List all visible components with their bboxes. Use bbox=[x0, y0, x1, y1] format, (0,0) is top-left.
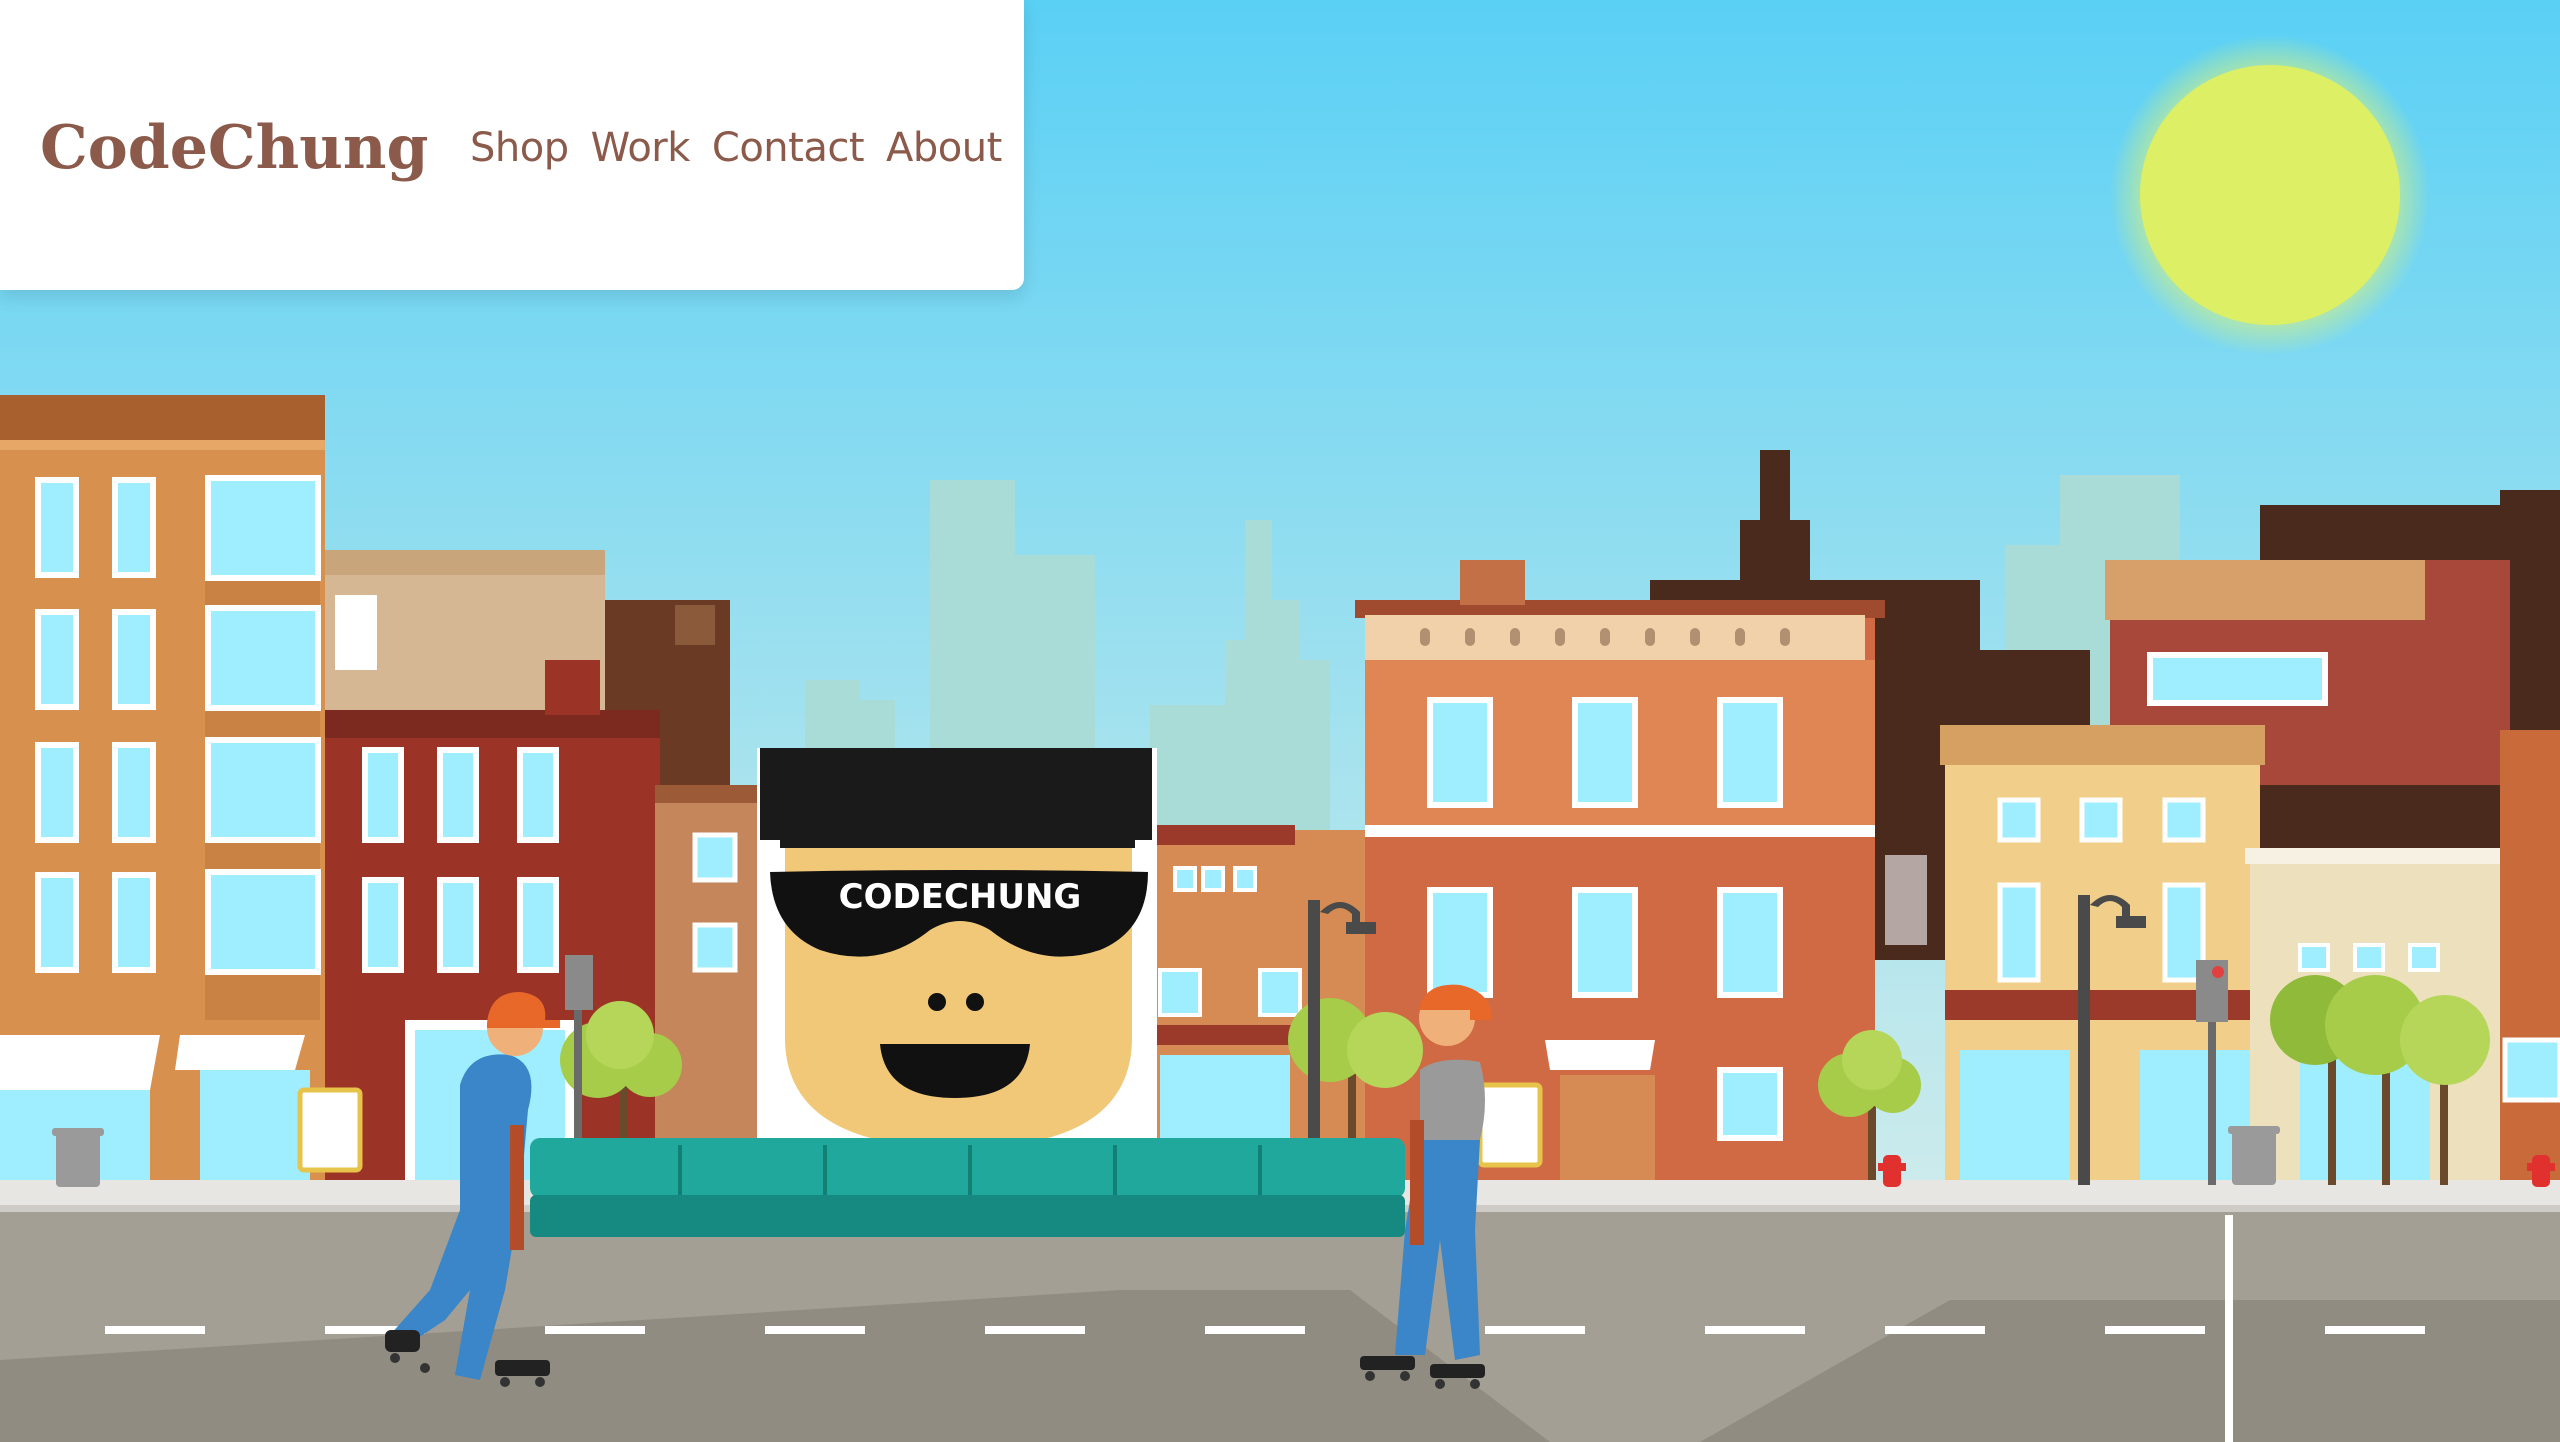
codechung-box: CODECHUNG bbox=[757, 748, 1157, 1148]
brand-logo-link[interactable]: CodeChung bbox=[40, 108, 428, 188]
box-label: CODECHUNG bbox=[839, 877, 1082, 917]
nav-contact-link[interactable]: Contact bbox=[712, 118, 865, 178]
header-card: CodeChung Shop Work Contact About bbox=[0, 0, 1024, 290]
nav-work-link[interactable]: Work bbox=[591, 118, 691, 178]
sofa bbox=[530, 1138, 1405, 1237]
nav-shop-link[interactable]: Shop bbox=[470, 118, 569, 178]
sun-icon bbox=[2110, 35, 2430, 355]
main-nav: Shop Work Contact About bbox=[470, 118, 1002, 178]
building-orange-left bbox=[0, 395, 325, 1185]
nav-about-link[interactable]: About bbox=[886, 118, 1002, 178]
building-cream bbox=[1940, 725, 2265, 1185]
building-tan-small bbox=[655, 785, 765, 1185]
